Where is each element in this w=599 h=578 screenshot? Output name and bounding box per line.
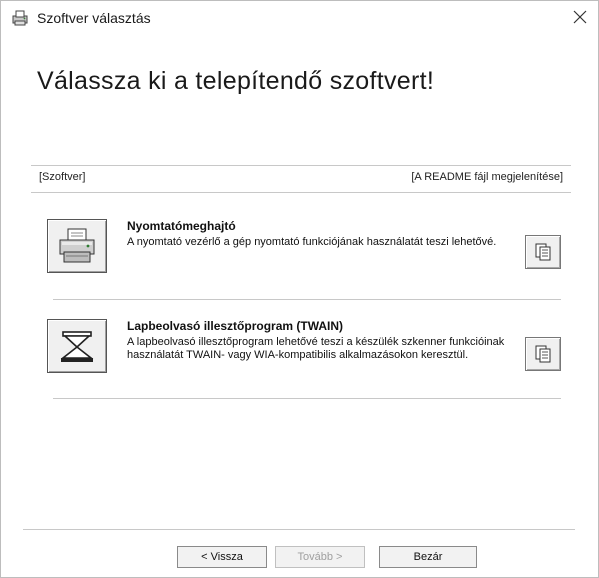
printer-driver-title: Nyomtatómeghajtó [127,219,236,233]
next-button[interactable]: Tovább > [275,546,365,568]
document-icon [535,345,551,363]
install-printer-driver-button[interactable] [47,219,107,273]
item-divider [53,398,561,399]
scanner-icon [60,331,94,362]
close-window-button[interactable] [568,5,592,29]
scanner-driver-readme-button[interactable] [525,337,561,371]
footer-separator [23,529,575,530]
document-icon [535,243,551,261]
window-title: Szoftver választás [37,10,151,26]
software-item-scanner-driver: Lapbeolvasó illesztőprogram (TWAIN) A la… [47,319,561,379]
readme-column-label: [A README fájl megjelenítése] [411,171,563,183]
item-divider [53,299,561,300]
title-bar: Szoftver választás [1,1,598,35]
back-button[interactable]: < Vissza [177,546,267,568]
close-button[interactable]: Bezár [379,546,477,568]
installer-window: Szoftver választás Válassza ki a telepít… [0,0,599,578]
printer-icon [59,228,95,263]
install-scanner-driver-button[interactable] [47,319,107,373]
printer-driver-description: A nyomtató vezérlő a gép nyomtató funkci… [127,236,497,248]
software-item-printer-driver: Nyomtatómeghajtó A nyomtató vezérlő a gé… [47,219,561,279]
printer-driver-readme-button[interactable] [525,235,561,269]
scanner-driver-description: A lapbeolvasó illesztőprogram lehetővé t… [127,336,505,361]
software-column-label: [Szoftver] [39,171,86,183]
scanner-driver-title: Lapbeolvasó illesztőprogram (TWAIN) [127,319,344,333]
section-header: [Szoftver] [A README fájl megjelenítése] [31,165,571,193]
page-heading: Válassza ki a telepítendő szoftvert! [37,67,435,95]
app-icon [12,10,28,26]
close-icon [573,10,587,24]
